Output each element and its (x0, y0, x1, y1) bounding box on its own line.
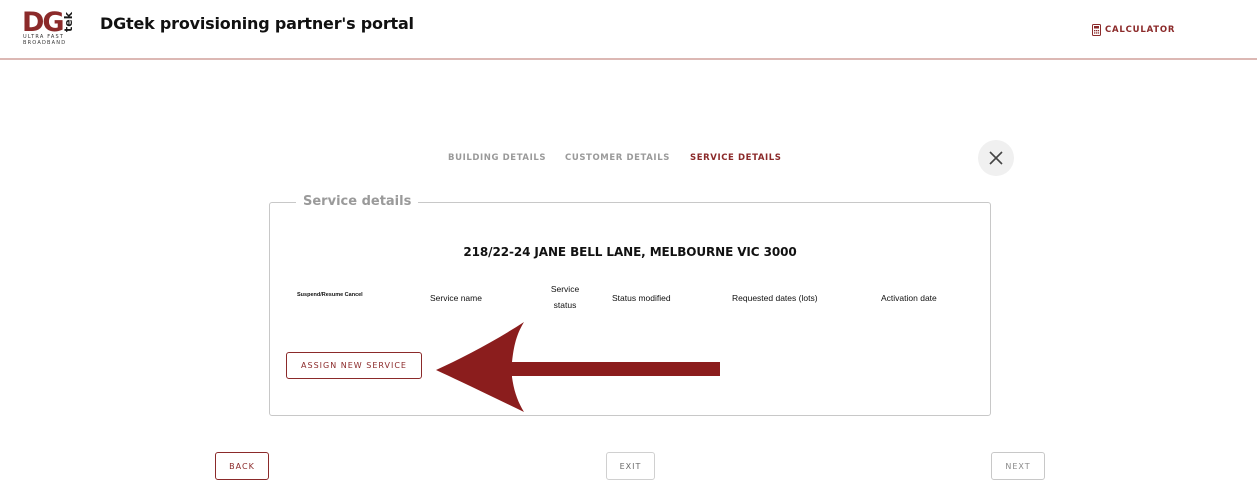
back-label: BACK (229, 461, 255, 471)
column-header-status-modified: Status modified (612, 293, 671, 303)
panel-legend: Service details (296, 194, 419, 209)
logo-tagline: ULTRA FAST BROADBAND (23, 34, 67, 46)
assign-new-service-label: ASSIGN NEW SERVICE (301, 361, 407, 370)
column-header-service-name: Service name (430, 293, 482, 303)
exit-button[interactable]: EXIT (606, 452, 655, 480)
service-details-panel: Service details 218/22-24 JANE BELL LANE… (269, 194, 991, 416)
step-tabs: BUILDING DETAILS CUSTOMER DETAILS SERVIC… (0, 153, 1257, 165)
next-button[interactable]: NEXT (991, 452, 1045, 480)
next-label: NEXT (1005, 461, 1031, 471)
logo-tek: tek (62, 11, 75, 32)
assign-new-service-button[interactable]: ASSIGN NEW SERVICE (286, 352, 422, 379)
tab-customer-details[interactable]: CUSTOMER DETAILS (565, 153, 670, 163)
close-icon (989, 151, 1003, 165)
service-address: 218/22-24 JANE BELL LANE, MELBOURNE VIC … (463, 245, 797, 259)
tab-service-details[interactable]: SERVICE DETAILS (690, 153, 782, 163)
column-header-activation-date: Activation date (881, 293, 937, 303)
column-header-service-status: Service status (550, 284, 580, 310)
dgtek-logo[interactable]: DG tek ULTRA FAST BROADBAND (22, 8, 78, 47)
tab-building-details[interactable]: BUILDING DETAILS (448, 153, 546, 163)
back-button[interactable]: BACK (215, 452, 269, 480)
close-button[interactable] (978, 140, 1014, 176)
calculator-label: CALCULATOR (1105, 25, 1176, 35)
column-header-requested-dates: Requested dates (lots) (732, 293, 818, 303)
app-title: DGtek provisioning partner's portal (100, 14, 414, 33)
calculator-link[interactable]: CALCULATOR (1092, 24, 1175, 36)
app-header: DG tek ULTRA FAST BROADBAND DGtek provis… (0, 0, 1257, 60)
calculator-icon (1092, 24, 1101, 36)
column-header-suspend-resume-cancel: Suspend/Resume Cancel (297, 292, 363, 298)
exit-label: EXIT (619, 461, 642, 471)
